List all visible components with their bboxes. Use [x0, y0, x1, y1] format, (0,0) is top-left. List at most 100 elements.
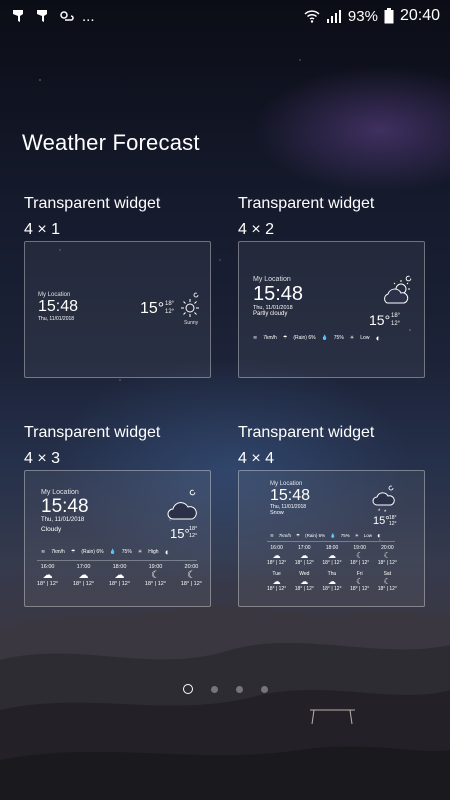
divider [37, 560, 197, 561]
widget-label: Transparent widget [24, 195, 161, 212]
hourly-item: 16:00 ☁ 18° | 12° [267, 545, 287, 566]
humidity-icon: 💧 [330, 532, 336, 538]
condition-label: Partly cloudy [253, 311, 288, 317]
wind-icon: ≋ [253, 335, 258, 341]
daily-forecast: Tue ☁ 18° | 12° Wed ☁ 18° | 12° Thu ☁ 18° | 12… [267, 571, 397, 592]
hourly-item: 17:00 ☁ 18° | 12° [294, 545, 314, 566]
page-indicator[interactable] [0, 684, 450, 694]
cloud-icon: ☁ [114, 570, 125, 581]
uv-icon: ☀ [354, 532, 359, 538]
temperature: 15° [170, 526, 190, 541]
notification-icon [13, 10, 23, 22]
daily-item: Tue ☁ 18° | 12° [267, 571, 287, 592]
desert-dunes-background [0, 605, 450, 800]
temp-low: 12° [391, 321, 401, 327]
daily-item: Wed ☁ 18° | 12° [294, 571, 314, 592]
cloud-icon: ☁ [327, 551, 336, 560]
page-dot[interactable] [210, 685, 218, 693]
widget-preview-4x1[interactable]: My Location 15:48 Thu, 11/01/2018 15° 18… [24, 241, 211, 378]
time-display: 15:48 [270, 487, 311, 504]
cloud-icon: ☁ [300, 577, 309, 586]
hourly-item: 19:00 ☾ 18° | 12° [144, 564, 167, 587]
cloud-icon: ☁ [327, 577, 336, 586]
hourly-forecast: 16:00 ☁ 18° | 12° 17:00 ☁ 18° | 12° 18:00 ☁ 18… [267, 545, 397, 566]
widget-option-4x3[interactable]: Transparent widget 4 × 3 [24, 420, 214, 472]
page-dot[interactable] [260, 685, 268, 693]
wind-icon: ≋ [41, 549, 46, 555]
battery-percent: 93% [347, 7, 378, 25]
widget-label: Transparent widget [238, 195, 375, 212]
cloud-icon: ☁ [300, 551, 309, 560]
partly-cloudy-icon [384, 280, 410, 304]
moon-icon: ☾ [383, 551, 391, 560]
widget-preview-4x3[interactable]: My Location 15:48 Thu, 11/01/2018 Cloudy… [24, 470, 211, 607]
refresh-icon[interactable] [405, 275, 412, 282]
refresh-icon[interactable] [189, 489, 196, 496]
time-display: 15:48 [38, 298, 79, 315]
widget-option-4x1[interactable]: Transparent widget 4 × 1 [24, 191, 214, 243]
temp-low: 12° [189, 533, 198, 539]
humidity-icon: 💧 [109, 549, 116, 555]
temp-high: 18° [165, 301, 175, 307]
wifi-icon [304, 10, 320, 23]
humidity: 75% [333, 335, 344, 341]
page-dot-active[interactable] [182, 684, 193, 694]
widget-label: Transparent widget [24, 424, 161, 441]
battery-icon [384, 8, 394, 24]
hourly-item: 20:00 ☾ 18° | 12° [377, 545, 397, 566]
hourly-item: 18:00 ☁ 18° | 12° [322, 545, 342, 566]
notification-icon [37, 10, 47, 22]
uv-index: Low [363, 533, 373, 538]
widget-preview-4x4[interactable]: My Location 15:48 Thu, 11/01/2018 Snow *… [238, 470, 425, 607]
rain-icon: ☂ [70, 549, 76, 555]
wind-speed: 7km/h [263, 335, 277, 341]
hourly-item: 18:00 ☁ 18° | 12° [108, 564, 131, 587]
uv-index: Low [360, 335, 370, 341]
wind-icon: ≋ [270, 532, 274, 538]
date-display: Thu, 11/01/2018 [41, 517, 85, 523]
temp-high: 18° [391, 313, 401, 319]
rain-chance: (Rain) 6% [305, 533, 326, 538]
widget-size: 4 × 2 [238, 221, 275, 238]
temp-high: 18° [189, 526, 198, 532]
humidity: 75% [121, 549, 132, 555]
refresh-icon[interactable] [388, 485, 394, 491]
temperature: 15° [140, 300, 165, 317]
widget-preview-4x2[interactable]: My Location 15:48 Thu, 11/01/2018 Partly… [238, 241, 425, 378]
rain-chance: (Rain) 6% [293, 335, 316, 341]
refresh-icon[interactable] [193, 292, 199, 298]
hourly-item: 19:00 ☾ 18° | 12° [350, 545, 370, 566]
cloud-icon: ☁ [272, 577, 281, 586]
moon-icon: ☾ [383, 577, 391, 586]
moon-phase-icon: ◐ [377, 531, 382, 540]
hourly-item: 20:00 ☾ 18° | 12° [180, 564, 202, 587]
date-display: Thu, 11/01/2018 [38, 316, 75, 322]
page-title: Weather Forecast [22, 130, 200, 155]
condition-label: Sunny [184, 320, 199, 326]
location-label: My Location [41, 489, 79, 496]
daily-item: Fri ☾ 18° | 12° [350, 571, 370, 592]
moon-icon: ☾ [150, 570, 160, 581]
widget-option-4x4[interactable]: Transparent widget 4 × 4 [238, 420, 428, 472]
cloudy-icon [167, 502, 197, 520]
weather-notification-icon [60, 11, 74, 21]
rain-icon: ☂ [296, 532, 301, 538]
wind-speed: 7km/h [51, 549, 65, 555]
widget-label: Transparent widget [238, 424, 375, 441]
moon-icon: ☾ [186, 570, 196, 581]
uv-icon: ☀ [349, 335, 355, 341]
hourly-item: 16:00 ☁ 18° | 12° [37, 564, 59, 587]
condition-label: Snow [270, 510, 284, 516]
moon-icon: ☾ [356, 577, 364, 586]
divider [267, 541, 395, 542]
page-dot[interactable] [235, 685, 243, 693]
rain-chance: (Rain) 6% [81, 549, 104, 555]
hourly-forecast: 16:00 ☁ 18° | 12° 17:00 ☁ 18° | 12° 18:00 ☁ 18… [37, 564, 202, 587]
signal-icon [326, 10, 341, 23]
location-label: My Location [253, 276, 291, 283]
moon-phase-icon: ◐ [375, 333, 381, 343]
wind-speed: 7km/h [278, 533, 292, 538]
status-bar: ... 93% 20:40 [0, 0, 450, 32]
temperature: 15° [373, 515, 390, 527]
widget-option-4x2[interactable]: Transparent widget 4 × 2 [238, 191, 428, 243]
